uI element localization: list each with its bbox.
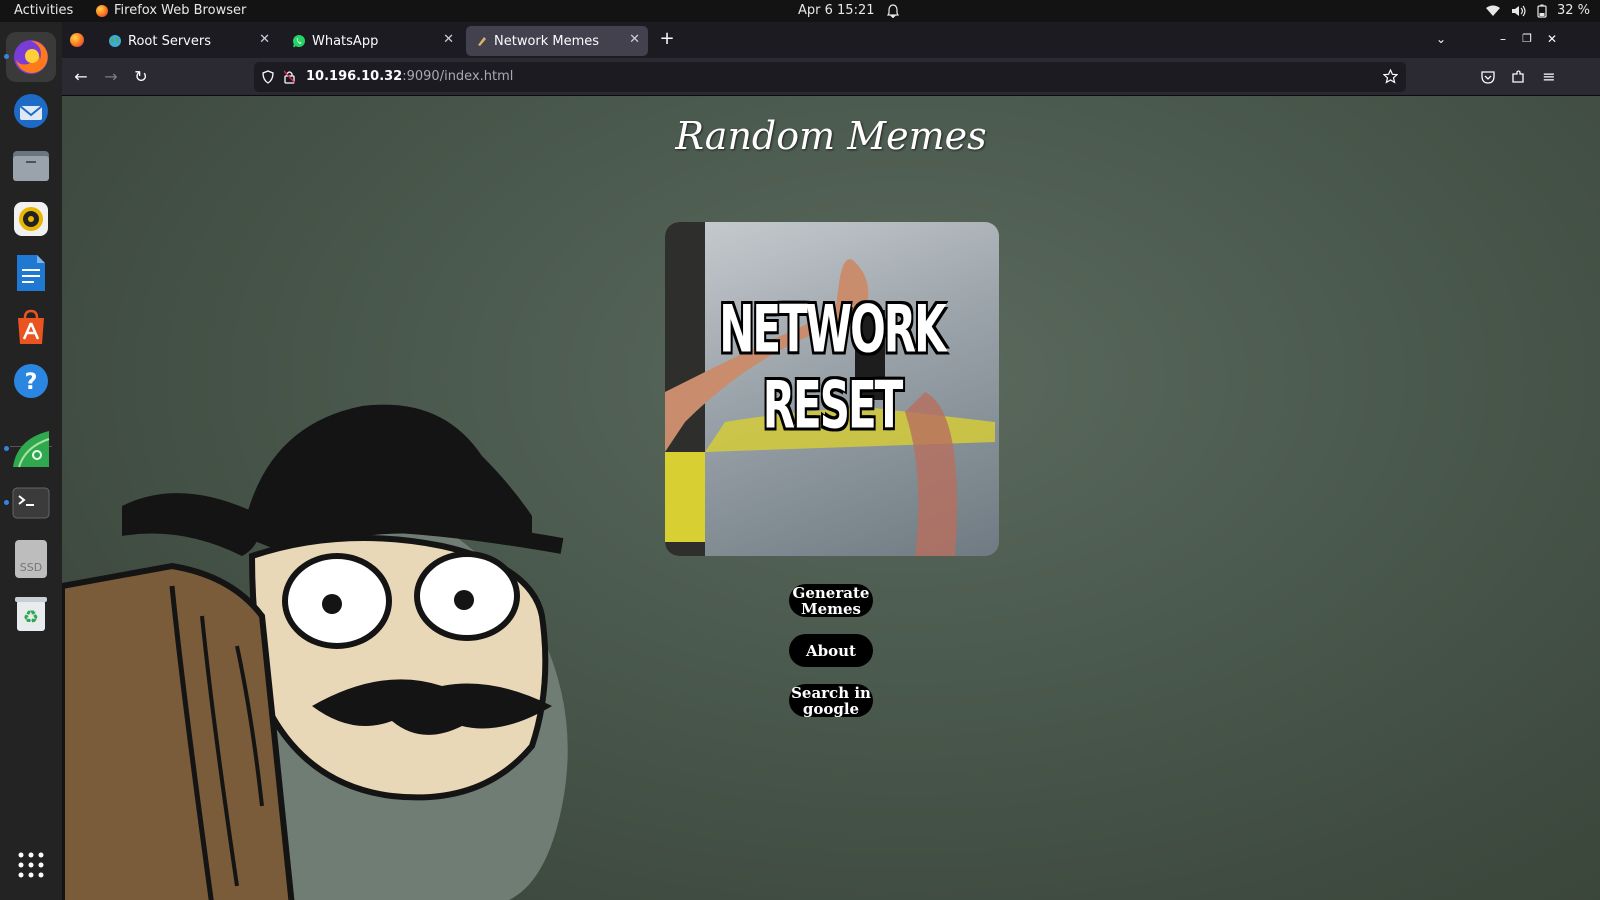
wifi-icon: [1485, 5, 1500, 16]
url-path: :9090/index.html: [402, 69, 514, 84]
tracking-shield-icon: [262, 70, 274, 84]
system-status-area[interactable]: 32 %: [1485, 3, 1590, 18]
dock-trash[interactable]: ♻: [6, 588, 56, 638]
search-in-google-button[interactable]: Search in google: [789, 684, 873, 717]
system-top-bar: Activities Firefox Web Browser Apr 6 15:…: [0, 0, 1600, 22]
ssd-label: SSD: [19, 561, 43, 574]
globe-icon: [109, 35, 121, 47]
help-icon: ?: [14, 364, 48, 398]
svg-text:?: ?: [25, 370, 38, 395]
meme-caption: NETWORK RESET: [719, 291, 946, 443]
lock-icon: [284, 70, 295, 84]
tab-root-servers[interactable]: Root Servers ✕: [98, 26, 278, 56]
minimize-button[interactable]: –: [1492, 28, 1514, 50]
svg-text:♻: ♻: [23, 607, 39, 628]
dock-ssd[interactable]: SSD: [6, 534, 56, 584]
app-menu-label: Firefox Web Browser: [114, 3, 247, 18]
dock-files[interactable]: [6, 140, 56, 190]
rhythmbox-icon: [14, 202, 48, 236]
dock-writer[interactable]: [6, 248, 56, 298]
tab-label: Network Memes: [494, 33, 600, 49]
url-host: 10.196.10.32: [306, 69, 403, 84]
page-title: Random Memes: [675, 114, 987, 158]
peeking-character-illustration: [62, 404, 568, 900]
reload-button[interactable]: ↻: [130, 66, 152, 88]
new-tab-button[interactable]: +: [656, 28, 678, 50]
dock-app-grid[interactable]: [6, 840, 56, 890]
running-indicator: [4, 446, 9, 451]
bell-icon: [886, 3, 899, 18]
activities-button[interactable]: Activities: [14, 3, 73, 18]
tab-label: WhatsApp: [312, 33, 379, 49]
close-window-button[interactable]: ✕: [1541, 28, 1563, 50]
navigation-toolbar: ← → ↻ 10.196.10.32:9090/index.html ≡: [62, 58, 1600, 96]
tab-close-icon[interactable]: ✕: [443, 32, 454, 47]
running-indicator: [4, 500, 9, 505]
running-indicator: [4, 54, 9, 59]
files-icon: [13, 151, 49, 181]
firefox-view-icon: [70, 33, 84, 47]
extensions-icon[interactable]: [1511, 69, 1526, 84]
dock-help[interactable]: ?: [6, 356, 56, 406]
tab-close-icon[interactable]: ✕: [259, 32, 270, 47]
writer-icon: [17, 255, 45, 291]
dock-firefox[interactable]: [4, 32, 56, 82]
firefox-icon: [14, 40, 48, 74]
generate-memes-button[interactable]: Generate Memes: [789, 584, 873, 617]
datetime-label: Apr 6 15:21: [798, 3, 875, 18]
trash-icon: ♻: [15, 597, 47, 631]
menu-button[interactable]: ≡: [1538, 66, 1560, 88]
restore-button[interactable]: ❐: [1516, 28, 1538, 50]
dock-thunderbird[interactable]: [6, 86, 56, 136]
tab-network-memes[interactable]: Network Memes ✕: [466, 26, 648, 56]
url-text: 10.196.10.32:9090/index.html: [306, 69, 513, 84]
cloud-app-icon: [13, 431, 50, 468]
browser-window: Root Servers ✕ WhatsApp ✕ Network Memes …: [62, 22, 1600, 900]
tab-whatsapp[interactable]: WhatsApp ✕: [282, 26, 462, 56]
meme-image: NETWORK RESET: [665, 222, 999, 556]
battery-icon: [1537, 4, 1547, 18]
tab-close-icon[interactable]: ✕: [629, 32, 640, 47]
dock-rhythmbox[interactable]: [6, 194, 56, 244]
pocket-icon[interactable]: [1481, 70, 1495, 84]
page-icon: [478, 37, 486, 46]
dock-terminal[interactable]: [4, 478, 56, 528]
dock-app-center[interactable]: [6, 302, 56, 352]
app-grid-icon: [18, 852, 44, 878]
web-page: Random Memes NETWORK RESET Generate Meme…: [62, 96, 1600, 900]
dock-cloud-app[interactable]: [4, 424, 56, 474]
thunderbird-icon: [14, 94, 48, 128]
tab-strip: Root Servers ✕ WhatsApp ✕ Network Memes …: [62, 22, 1600, 58]
ssd-icon: SSD: [15, 540, 47, 578]
about-button[interactable]: About: [789, 634, 873, 667]
dock: ? SSD ♻: [0, 22, 62, 900]
firefox-view-button[interactable]: [70, 32, 84, 51]
tab-label: Root Servers: [128, 33, 211, 49]
battery-percent: 32 %: [1556, 3, 1590, 18]
firefox-mini-icon: [96, 4, 108, 17]
address-bar[interactable]: 10.196.10.32:9090/index.html: [254, 62, 1406, 92]
whatsapp-icon: [293, 35, 305, 48]
app-menu[interactable]: Firefox Web Browser: [96, 3, 246, 18]
clock[interactable]: Apr 6 15:21: [798, 3, 899, 18]
app-center-icon: [18, 309, 44, 344]
list-tabs-button[interactable]: ⌄: [1430, 28, 1452, 50]
forward-button[interactable]: →: [100, 66, 122, 88]
terminal-icon: [12, 487, 50, 519]
bookmark-star-icon[interactable]: [1383, 69, 1398, 84]
back-button[interactable]: ←: [70, 66, 92, 88]
volume-icon: [1511, 5, 1526, 16]
